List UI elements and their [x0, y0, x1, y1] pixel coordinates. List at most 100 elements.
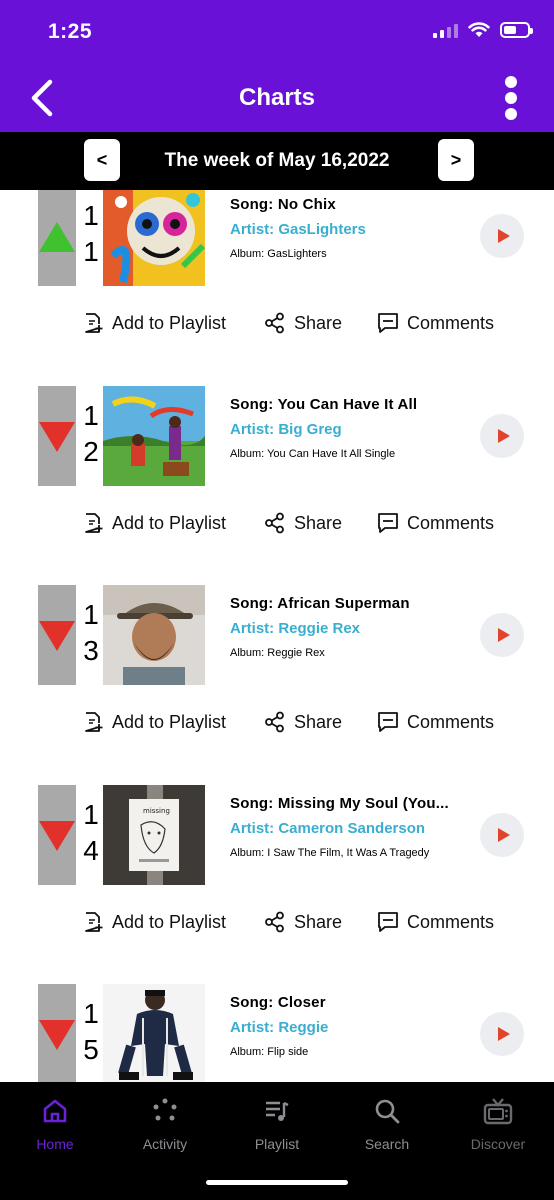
app-header: 1:25 Charts [0, 0, 554, 132]
artist-link[interactable]: Artist: GasLighters [230, 221, 366, 238]
rank-indicator [38, 785, 76, 885]
add-to-playlist-label: Add to Playlist [112, 711, 227, 732]
trend-down-icon [39, 1020, 75, 1050]
play-button[interactable] [480, 1012, 524, 1056]
wifi-icon [468, 22, 490, 37]
album-cover[interactable] [103, 386, 205, 486]
dot-icon [505, 108, 517, 120]
home-icon [43, 1099, 67, 1123]
add-to-playlist-button[interactable]: Add to Playlist [84, 312, 226, 334]
share-button[interactable]: Share [264, 512, 342, 534]
play-button[interactable] [480, 414, 524, 458]
play-button[interactable] [480, 613, 524, 657]
song-title: Song: Missing My Soul (You... [230, 795, 449, 812]
item-actions: Add to Playlist Share Comments [0, 711, 554, 741]
add-to-playlist-button[interactable]: Add to Playlist [84, 512, 226, 534]
chart-list[interactable]: 1 1 Song: No Chix Artist: GasLighters Al… [0, 190, 554, 1082]
add-playlist-icon [85, 912, 103, 932]
play-icon [497, 1027, 510, 1041]
artist-link[interactable]: Artist: Reggie [230, 1019, 328, 1036]
artist-link[interactable]: Artist: Big Greg [230, 421, 342, 438]
song-title: Song: African Superman [230, 595, 410, 612]
page-title: Charts [238, 84, 316, 111]
trend-down-icon [39, 821, 75, 851]
tab-search[interactable]: Search [337, 1096, 437, 1152]
trend-down-icon [39, 621, 75, 651]
album-cover[interactable] [103, 585, 205, 685]
item-actions: Add to Playlist Share Comments [0, 911, 554, 941]
song-title: Song: No Chix [230, 196, 336, 213]
rank-indicator [38, 386, 76, 486]
album-cover[interactable] [103, 984, 205, 1082]
rank-indicator [38, 585, 76, 685]
dot-icon [505, 92, 517, 104]
comments-button[interactable]: Comments [377, 312, 494, 334]
add-playlist-icon [85, 313, 103, 333]
comments-label: Comments [407, 512, 495, 533]
comments-label: Comments [407, 312, 495, 333]
comments-label: Comments [407, 711, 495, 732]
play-icon [497, 828, 510, 842]
share-label: Share [294, 711, 343, 732]
comments-button[interactable]: Comments [377, 711, 494, 733]
album-cover[interactable]: missing [103, 785, 205, 885]
rank-digit: 1 [83, 400, 99, 431]
person-photo-icon [103, 984, 205, 1082]
artist-link[interactable]: Artist: Reggie Rex [230, 620, 360, 637]
share-button[interactable]: Share [264, 312, 342, 334]
search-icon [375, 1099, 400, 1124]
comments-icon [378, 912, 398, 932]
cellular-signal-icon [433, 22, 458, 38]
rank-digit: 1 [83, 599, 99, 630]
rank-digit: 1 [83, 799, 99, 830]
chart-item: 1 1 Song: No Chix Artist: GasLighters Al… [0, 190, 554, 386]
tab-activity[interactable]: Activity [115, 1096, 215, 1152]
add-to-playlist-button[interactable]: Add to Playlist [84, 911, 226, 933]
dot-icon [505, 76, 517, 88]
comments-label: Comments [407, 911, 495, 932]
tv-icon [483, 1098, 513, 1125]
rank-indicator [38, 190, 76, 286]
next-week-button[interactable]: > [438, 139, 474, 181]
rank-digit: 4 [83, 835, 99, 866]
tab-home[interactable]: Home [5, 1096, 105, 1152]
tab-search-label: Search [364, 1136, 410, 1152]
portrait-photo-icon [103, 585, 205, 685]
share-button[interactable]: Share [264, 711, 342, 733]
album-cover[interactable] [103, 190, 205, 286]
comments-button[interactable]: Comments [377, 911, 494, 933]
play-icon [497, 628, 510, 642]
add-playlist-icon [85, 712, 103, 732]
comments-icon [378, 513, 398, 533]
status-icons [433, 22, 533, 38]
tab-discover[interactable]: Discover [448, 1096, 548, 1152]
song-title: Song: Closer [230, 994, 326, 1011]
album-name: Album: Reggie Rex [230, 647, 325, 659]
item-actions: Add to Playlist Share Comments [0, 512, 554, 542]
album-name: Album: I Saw The Film, It Was A Tragedy [230, 847, 430, 859]
illustrated-artwork-icon [103, 386, 205, 486]
add-to-playlist-button[interactable]: Add to Playlist [84, 711, 226, 733]
comments-icon [378, 712, 398, 732]
play-button[interactable] [480, 214, 524, 258]
week-selector: < The week of May 16,2022 > [0, 132, 554, 190]
home-indicator[interactable] [206, 1180, 348, 1185]
comments-button[interactable]: Comments [377, 512, 494, 534]
artist-link[interactable]: Artist: Cameron Sanderson [230, 820, 425, 837]
battery-icon [500, 22, 533, 38]
tab-playlist[interactable]: Playlist [227, 1096, 327, 1152]
share-button[interactable]: Share [264, 911, 342, 933]
tab-home-label: Home [36, 1136, 74, 1152]
share-label: Share [294, 911, 343, 932]
more-options-button[interactable] [504, 76, 518, 120]
chart-item: 1 4 missing Song: Missing My Soul (You..… [0, 785, 554, 985]
rank-digit: 1 [83, 236, 99, 267]
playlist-icon [266, 1101, 289, 1121]
skull-artwork-icon [103, 190, 205, 286]
activity-icon [153, 1098, 177, 1121]
share-label: Share [294, 312, 343, 333]
status-time: 1:25 [48, 20, 93, 43]
chart-item: 1 2 Song: You Can Have It All Artist: Bi [0, 386, 554, 586]
play-button[interactable] [480, 813, 524, 857]
comments-icon [378, 313, 398, 333]
